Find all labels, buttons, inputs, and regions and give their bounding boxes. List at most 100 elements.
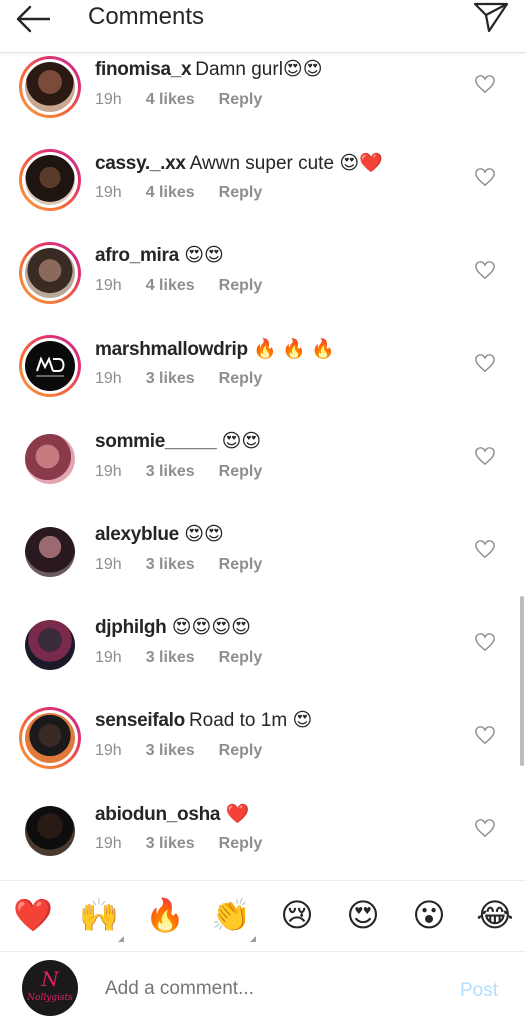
comments-header: Comments [0, 0, 526, 53]
likes-count[interactable]: 3 likes [146, 835, 195, 852]
comment-username[interactable]: alexyblue [95, 524, 179, 545]
comment-row: cassy._.xx Awwn super cute 😍❤️ 19h 4 likes… [0, 145, 526, 238]
reaction-surprised-face[interactable]: 😮 [409, 895, 449, 935]
comment-username[interactable]: marshmallowdrip [95, 339, 248, 360]
likes-count[interactable]: 3 likes [146, 463, 195, 480]
reply-button[interactable]: Reply [219, 649, 263, 666]
reply-button[interactable]: Reply [219, 835, 263, 852]
avatar[interactable] [19, 614, 81, 676]
comment-time: 19h [95, 742, 122, 759]
comment-emoji: 😍😍 [184, 524, 224, 545]
comment-emoji: 😍😍 [184, 245, 224, 266]
variant-indicator-icon [250, 936, 256, 942]
comment-emoji: 😍❤️ [339, 153, 383, 174]
avatar[interactable] [19, 242, 81, 304]
current-user-avatar: N Nollygists [22, 960, 78, 1016]
comment-row: senseifalo Road to 1m 😍 19h 3 likes Reply [0, 703, 526, 796]
comment-row: marshmallowdrip 🔥 🔥 🔥 19h 3 likes Reply [0, 331, 526, 424]
reply-button[interactable]: Reply [219, 370, 263, 387]
reply-button[interactable]: Reply [219, 556, 263, 573]
post-button[interactable]: Post [460, 980, 498, 1002]
comment-username[interactable]: afro_mira [95, 245, 179, 266]
comment-time: 19h [95, 184, 122, 201]
comment-time: 19h [95, 277, 122, 294]
like-heart-icon[interactable] [474, 539, 496, 559]
comment-emoji: 😍😍😍😍 [171, 617, 251, 638]
nollygists-logo: N Nollygists [26, 967, 73, 1003]
avatar[interactable] [19, 56, 81, 118]
comment-time: 19h [95, 463, 122, 480]
reply-button[interactable]: Reply [219, 742, 263, 759]
comment-time: 19h [95, 556, 122, 573]
avatar[interactable] [19, 149, 81, 211]
like-heart-icon[interactable] [474, 260, 496, 280]
likes-count[interactable]: 3 likes [146, 742, 195, 759]
comment-text: Awwn super cute [189, 153, 335, 174]
likes-count[interactable]: 3 likes [146, 370, 195, 387]
reply-button[interactable]: Reply [219, 463, 263, 480]
comment-input[interactable] [105, 978, 435, 1000]
comment-emoji: 🔥 🔥 🔥 [253, 339, 335, 360]
reaction-clapping-hands[interactable]: 👏 [211, 895, 251, 935]
reaction-raising-hands[interactable]: 🙌 [79, 895, 119, 935]
scrollbar[interactable] [520, 596, 524, 766]
comment-row: sommie_____ 😍😍 19h 3 likes Reply [0, 424, 526, 517]
reaction-red-heart[interactable]: ❤️ [13, 895, 53, 935]
comment-row: djphilgh 😍😍😍😍 19h 3 likes Reply [0, 610, 526, 703]
comment-time: 19h [95, 835, 122, 852]
reaction-crying-face[interactable]: 😢 [277, 895, 317, 935]
nollygists-logo-text: Nollygists [26, 993, 73, 1003]
like-heart-icon[interactable] [474, 818, 496, 838]
quick-reaction-bar: ❤️ 🙌 🔥 👏 😢 😍 😮 😂 [0, 880, 526, 952]
comment-username[interactable]: abiodun_osha [95, 804, 221, 825]
comment-username[interactable]: senseifalo [95, 710, 185, 731]
like-heart-icon[interactable] [474, 353, 496, 373]
likes-count[interactable]: 4 likes [146, 184, 195, 201]
likes-count[interactable]: 3 likes [146, 649, 195, 666]
comment-time: 19h [95, 649, 122, 666]
comment-time: 19h [95, 91, 122, 108]
like-heart-icon[interactable] [474, 632, 496, 652]
avatar[interactable] [19, 335, 81, 397]
comment-time: 19h [95, 370, 122, 387]
comment-text: Damn gurl [195, 59, 283, 80]
variant-indicator-icon [118, 936, 124, 942]
reaction-heart-eyes[interactable]: 😍 [343, 895, 383, 935]
back-arrow-icon[interactable] [14, 4, 54, 34]
like-heart-icon[interactable] [474, 446, 496, 466]
comment-row: alexyblue 😍😍 19h 3 likes Reply [0, 517, 526, 610]
comment-row: finomisa_x Damn gurl😍😍 19h 4 likes Reply [0, 52, 526, 145]
marshmallowdrip-logo [36, 356, 65, 377]
avatar[interactable] [19, 428, 81, 490]
comment-username[interactable]: sommie_____ [95, 431, 217, 452]
comment-emoji: 😍😍 [221, 431, 262, 452]
comment-composer: N Nollygists Post [0, 951, 526, 1025]
comment-row: afro_mira 😍😍 19h 4 likes Reply [0, 238, 526, 331]
likes-count[interactable]: 4 likes [146, 91, 195, 108]
likes-count[interactable]: 4 likes [146, 277, 195, 294]
comment-username[interactable]: finomisa_x [95, 59, 192, 80]
comment-username[interactable]: cassy._.xx [95, 153, 186, 174]
comment-row: abiodun_osha ❤️ 19h 3 likes Reply [0, 796, 526, 880]
comment-emoji: ❤️ [225, 804, 250, 825]
like-heart-icon[interactable] [474, 167, 496, 187]
reply-button[interactable]: Reply [219, 91, 263, 108]
comment-username[interactable]: djphilgh [95, 617, 167, 638]
comment-emoji: 😍 [292, 710, 313, 731]
comment-text: Road to 1m [188, 710, 288, 731]
comment-list[interactable]: finomisa_x Damn gurl😍😍 19h 4 likes Reply ca… [0, 52, 526, 880]
like-heart-icon[interactable] [474, 74, 496, 94]
avatar[interactable] [19, 800, 81, 862]
page-title: Comments [88, 3, 205, 30]
reaction-tears-of-joy[interactable]: 😂 [475, 895, 515, 935]
comment-emoji: 😍😍 [282, 59, 323, 80]
likes-count[interactable]: 3 likes [146, 556, 195, 573]
like-heart-icon[interactable] [474, 725, 496, 745]
reply-button[interactable]: Reply [219, 184, 263, 201]
reply-button[interactable]: Reply [219, 277, 263, 294]
avatar[interactable] [19, 521, 81, 583]
direct-send-icon[interactable] [472, 0, 510, 34]
svg-text:N: N [40, 967, 60, 991]
reaction-fire[interactable]: 🔥 [145, 895, 185, 935]
avatar[interactable] [19, 707, 81, 769]
